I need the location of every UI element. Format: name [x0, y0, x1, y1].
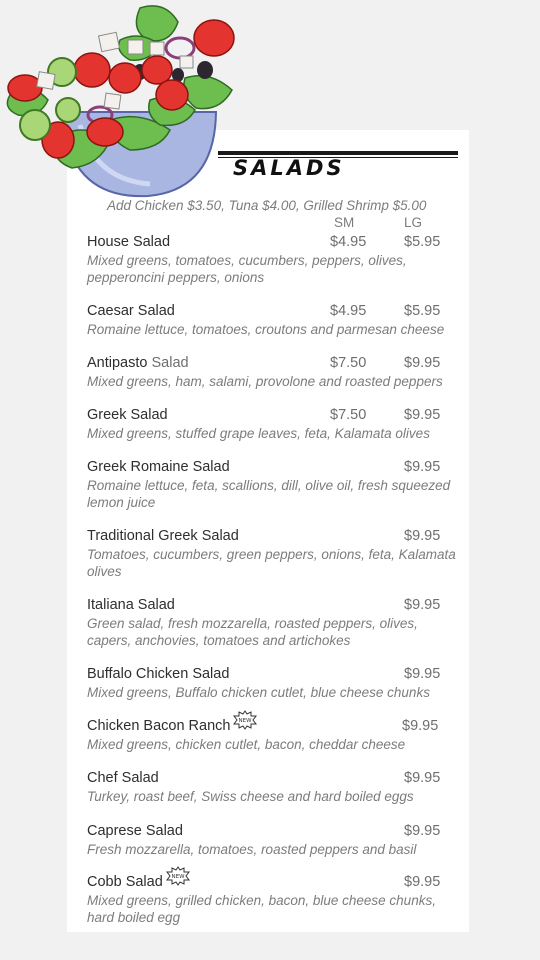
item-description: Mixed greens, tomatoes, cucumbers, peppe…	[87, 253, 407, 285]
price-large: $9.95	[404, 823, 441, 839]
price-large: $9.95	[404, 597, 441, 613]
addons-note: Add Chicken $3.50, Tuna $4.00, Grilled S…	[107, 198, 427, 213]
price-large: $9.95	[404, 528, 441, 544]
menu-item-antipasto-salad: Antipasto Salad $7.50 $9.95 Mixed greens…	[87, 353, 467, 390]
price-large: $9.95	[404, 355, 441, 371]
price-large: $5.95	[404, 234, 441, 250]
item-name: Cobb Salad	[87, 874, 163, 890]
menu-item-greek-salad: Greek Salad $7.50 $9.95 Mixed greens, st…	[87, 405, 467, 442]
menu-item-cobb-salad: Cobb Salad NEW $9.95 Mixed greens, grille…	[87, 866, 467, 926]
size-large-header: LG	[404, 215, 423, 230]
price-large: $5.95	[404, 303, 441, 319]
new-badge-icon: NEW	[233, 710, 258, 731]
new-badge-icon: NEW	[165, 866, 190, 887]
item-description: Mixed greens, stuffed grape leaves, feta…	[87, 426, 430, 441]
price-small: $4.95	[330, 234, 367, 250]
new-badge-text: NEW	[239, 718, 253, 724]
menu-item-traditional-greek-salad: Traditional Greek Salad $9.95 Tomatoes, …	[87, 526, 467, 580]
menu-item-buffalo-chicken-salad: Buffalo Chicken Salad $9.95 Mixed greens…	[87, 664, 467, 701]
menu-item-greek-romaine-salad: Greek Romaine Salad $9.95 Romaine lettuc…	[87, 457, 467, 511]
price-large: $9.95	[404, 770, 441, 786]
price-large: $9.95	[404, 874, 441, 890]
menu-section-title: SALADS	[233, 156, 345, 180]
menu-item-chef-salad: Chef Salad $9.95 Turkey, roast beef, Swi…	[87, 768, 467, 805]
price-small: $7.50	[330, 355, 367, 371]
item-description: Green salad, fresh mozzarella, roasted p…	[87, 616, 418, 648]
price-large: $9.95	[404, 666, 441, 682]
item-description: Mixed greens, Buffalo chicken cutlet, bl…	[87, 685, 430, 700]
title-rule-thick	[218, 151, 458, 155]
item-description: Romaine lettuce, tomatoes, croutons and …	[87, 322, 445, 337]
item-description: Mixed greens, chicken cutlet, bacon, che…	[87, 737, 406, 752]
item-name-suffix: Salad	[151, 355, 189, 371]
price-small: $4.95	[330, 303, 367, 319]
item-name: Chicken Bacon Ranch	[87, 718, 231, 734]
salad-bowl-illustration	[6, 5, 235, 198]
price-large: $9.95	[404, 459, 441, 475]
menu-item-chicken-bacon-ranch: Chicken Bacon Ranch NEW $9.95 Mixed green…	[87, 710, 467, 753]
size-small-header: SM	[334, 215, 355, 230]
price-small: $7.50	[330, 407, 367, 423]
menu-item-caprese-salad: Caprese Salad $9.95 Fresh mozzarella, to…	[87, 821, 467, 858]
menu-item-house-salad: House Salad $4.95 $5.95 Mixed greens, to…	[87, 232, 467, 286]
item-description: Mixed greens, ham, salami, provolone and…	[87, 374, 443, 389]
price-large: $9.95	[402, 718, 439, 734]
item-name: Antipasto	[87, 355, 148, 371]
item-description: Turkey, roast beef, Swiss cheese and har…	[87, 789, 414, 804]
item-description: Mixed greens, grilled chicken, bacon, bl…	[87, 893, 436, 925]
new-badge-text: NEW	[171, 874, 185, 880]
menu-item-italiana-salad: Italiana Salad $9.95 Green salad, fresh …	[87, 595, 467, 649]
item-description: Tomatoes, cucumbers, green peppers, onio…	[87, 547, 456, 579]
item-description: Fresh mozzarella, tomatoes, roasted pepp…	[87, 842, 417, 857]
item-description: Romaine lettuce, feta, scallions, dill, …	[87, 478, 451, 510]
menu-item-caesar-salad: Caesar Salad $4.95 $5.95 Romaine lettuce…	[87, 301, 467, 338]
price-large: $9.95	[404, 407, 441, 423]
